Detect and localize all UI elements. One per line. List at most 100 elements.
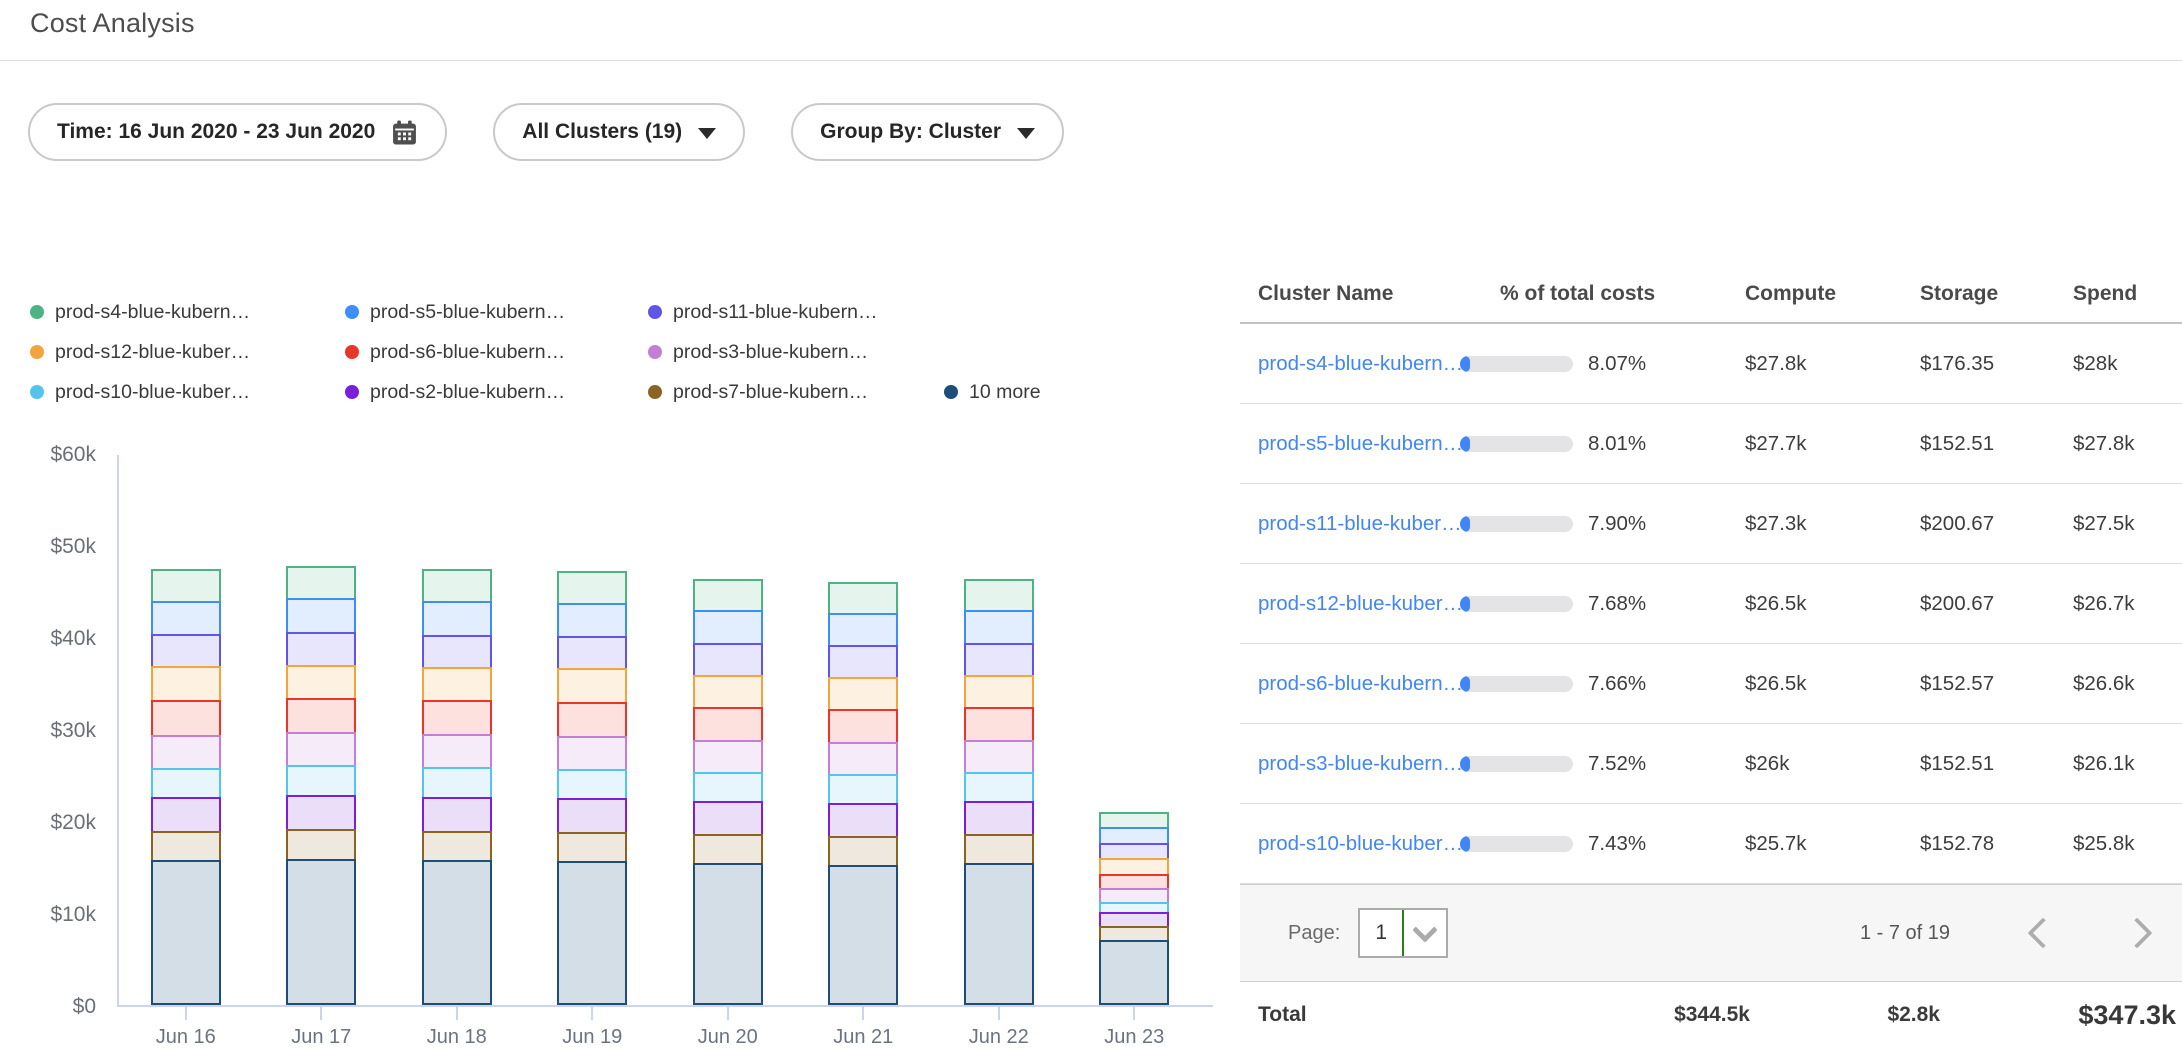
bar-segment[interactable]	[1099, 940, 1169, 1005]
bar-segment[interactable]	[286, 765, 356, 797]
legend-item[interactable]: prod-s7-blue-kubern…	[648, 381, 944, 404]
bar-segment[interactable]	[828, 836, 898, 867]
bar-segment[interactable]	[964, 863, 1034, 1005]
stacked-bar[interactable]	[693, 579, 763, 1005]
bar-segment[interactable]	[422, 797, 492, 833]
bar-segment[interactable]	[557, 769, 627, 800]
bar-segment[interactable]	[422, 860, 492, 1005]
legend-item[interactable]: prod-s11-blue-kubern…	[648, 301, 944, 324]
legend-item[interactable]: prod-s4-blue-kubern…	[30, 301, 345, 324]
bar-segment[interactable]	[286, 829, 356, 861]
cluster-link[interactable]: prod-s6-blue-kubern…	[1258, 672, 1460, 696]
stacked-bar[interactable]	[151, 569, 221, 1005]
bar-segment[interactable]	[151, 700, 221, 737]
bar-segment[interactable]	[557, 668, 627, 704]
bar-segment[interactable]	[693, 772, 763, 803]
legend-item[interactable]: prod-s5-blue-kubern…	[345, 301, 648, 324]
bar-segment[interactable]	[422, 569, 492, 603]
bar-segment[interactable]	[828, 709, 898, 744]
next-page-button[interactable]	[2121, 917, 2152, 948]
legend-item[interactable]: prod-s6-blue-kubern…	[345, 341, 648, 364]
bar-segment[interactable]	[422, 635, 492, 669]
bar-segment[interactable]	[693, 801, 763, 836]
cluster-link[interactable]: prod-s4-blue-kubern…	[1258, 352, 1460, 376]
bar-segment[interactable]	[422, 667, 492, 702]
legend-item[interactable]: prod-s2-blue-kubern…	[345, 381, 648, 404]
bar-segment[interactable]	[828, 774, 898, 805]
stacked-bar[interactable]	[422, 569, 492, 1005]
legend-item[interactable]: prod-s10-blue-kuber…	[30, 381, 345, 404]
bar-segment[interactable]	[151, 831, 221, 862]
legend-item[interactable]: prod-s3-blue-kubern…	[648, 341, 944, 364]
bar-segment[interactable]	[828, 613, 898, 647]
bar-segment[interactable]	[151, 634, 221, 668]
bar-segment[interactable]	[828, 742, 898, 776]
clusters-filter-dropdown[interactable]: All Clusters (19)	[493, 103, 745, 161]
bar-segment[interactable]	[151, 860, 221, 1005]
previous-page-button[interactable]	[2027, 917, 2058, 948]
bar-segment[interactable]	[964, 801, 1034, 836]
bar-segment[interactable]	[151, 797, 221, 833]
bar-segment[interactable]	[557, 603, 627, 638]
bar-segment[interactable]	[286, 665, 356, 700]
stacked-bar[interactable]	[1099, 812, 1169, 1005]
stacked-bar[interactable]	[286, 566, 356, 1005]
bar-segment[interactable]	[286, 795, 356, 831]
bar-segment[interactable]	[422, 734, 492, 769]
bar-segment[interactable]	[693, 834, 763, 865]
bar-segment[interactable]	[286, 598, 356, 634]
bar-segment[interactable]	[286, 698, 356, 734]
bar-segment[interactable]	[828, 803, 898, 838]
cluster-link[interactable]: prod-s12-blue-kuber…	[1258, 592, 1460, 616]
bar-segment[interactable]	[286, 732, 356, 767]
bar-segment[interactable]	[151, 569, 221, 603]
bar-segment[interactable]	[964, 772, 1034, 803]
bar-segment[interactable]	[422, 831, 492, 862]
cluster-link[interactable]: prod-s3-blue-kubern…	[1258, 752, 1460, 776]
bar-segment[interactable]	[693, 579, 763, 612]
bar-segment[interactable]	[422, 700, 492, 736]
bar-segment[interactable]	[557, 832, 627, 863]
bar-segment[interactable]	[151, 666, 221, 702]
bar-segment[interactable]	[151, 768, 221, 799]
group-by-dropdown[interactable]: Group By: Cluster	[791, 103, 1064, 161]
bar-segment[interactable]	[422, 767, 492, 799]
bar-segment[interactable]	[828, 645, 898, 679]
bar-segment[interactable]	[964, 579, 1034, 612]
bar-segment[interactable]	[286, 566, 356, 600]
stacked-bar[interactable]	[557, 571, 627, 1005]
bar-segment[interactable]	[151, 601, 221, 636]
bar-segment[interactable]	[693, 610, 763, 645]
bar-segment[interactable]	[557, 702, 627, 738]
bar-segment[interactable]	[557, 736, 627, 771]
bar-segment[interactable]	[964, 707, 1034, 742]
bar-segment[interactable]	[557, 636, 627, 670]
time-range-filter[interactable]: Time: 16 Jun 2020 - 23 Jun 2020	[28, 103, 447, 161]
legend-item[interactable]: prod-s12-blue-kuber…	[30, 341, 345, 364]
bar-segment[interactable]	[693, 675, 763, 709]
bar-segment[interactable]	[557, 571, 627, 605]
page-select[interactable]: 1	[1358, 908, 1448, 958]
bar-segment[interactable]	[693, 643, 763, 677]
stacked-bar[interactable]	[828, 582, 898, 1005]
bar-segment[interactable]	[557, 798, 627, 834]
bar-segment[interactable]	[828, 677, 898, 711]
legend-item[interactable]: 10 more	[944, 381, 1041, 404]
bar-segment[interactable]	[964, 643, 1034, 677]
bar-segment[interactable]	[828, 865, 898, 1005]
bar-segment[interactable]	[422, 601, 492, 637]
bar-segment[interactable]	[693, 863, 763, 1005]
bar-segment[interactable]	[964, 834, 1034, 865]
bar-segment[interactable]	[286, 859, 356, 1005]
bar-segment[interactable]	[693, 740, 763, 774]
bar-segment[interactable]	[151, 735, 221, 770]
bar-segment[interactable]	[557, 861, 627, 1005]
stacked-bar[interactable]	[964, 579, 1034, 1005]
cluster-link[interactable]: prod-s5-blue-kubern…	[1258, 432, 1460, 456]
bar-segment[interactable]	[964, 740, 1034, 774]
cluster-link[interactable]: prod-s11-blue-kuber…	[1258, 512, 1460, 536]
bar-segment[interactable]	[964, 675, 1034, 709]
bar-segment[interactable]	[828, 582, 898, 615]
bar-segment[interactable]	[286, 632, 356, 667]
cluster-link[interactable]: prod-s10-blue-kuber…	[1258, 832, 1460, 856]
